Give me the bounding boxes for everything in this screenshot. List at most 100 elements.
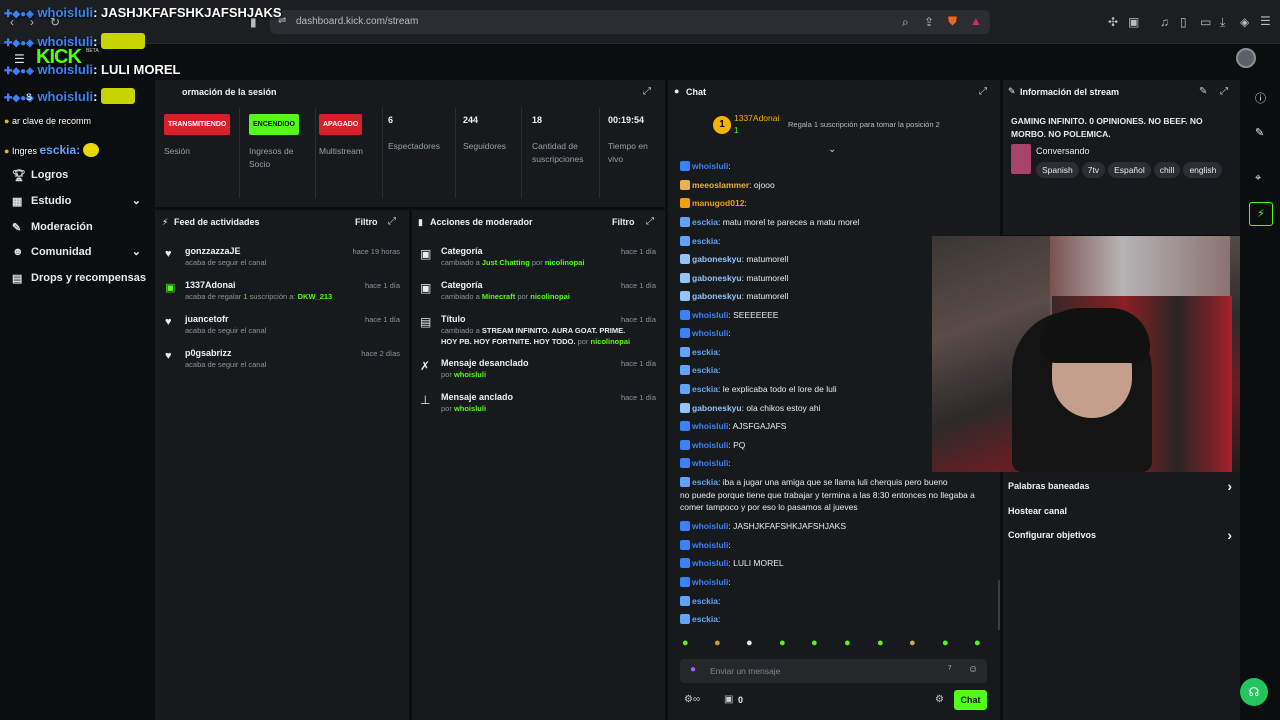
chat-username[interactable]: gaboneskyu (692, 273, 742, 283)
seventv-icon[interactable]: ⁷ (948, 664, 952, 675)
avatar[interactable] (1236, 48, 1256, 68)
filter-button[interactable]: Filtro (612, 217, 635, 227)
tag[interactable]: english (1183, 162, 1223, 178)
emote-icon[interactable]: ● (714, 637, 721, 649)
chat-username[interactable]: meeoslammer (692, 180, 749, 190)
tag[interactable]: 7tv (1081, 162, 1106, 178)
zoom-icon[interactable]: ⌕ (902, 15, 909, 30)
modaction-user[interactable]: nicolinopai (530, 292, 570, 301)
stat-multistream: APAGADO Multistream (319, 114, 363, 158)
chat-username[interactable]: whoisluli (692, 540, 728, 550)
modaction-user[interactable]: whoisluli (454, 404, 486, 413)
chat-username[interactable]: esckia (692, 477, 718, 487)
host-channel-row[interactable]: Hostear canal (1008, 506, 1232, 516)
emote-icon[interactable]: ● (779, 637, 786, 649)
emote-icon[interactable]: ● (974, 637, 981, 649)
pencil-icon[interactable]: ✎ (1255, 126, 1264, 139)
chat-username[interactable]: whoisluli (692, 310, 728, 320)
emote-icon[interactable]: ● (942, 637, 949, 649)
chat-username[interactable]: gaboneskyu (692, 291, 742, 301)
activity-user[interactable]: 1337Adonai (185, 280, 236, 290)
screenshot-icon[interactable]: ▣ (1128, 15, 1139, 29)
scrollbar[interactable] (998, 580, 1000, 630)
menu-icon[interactable]: ☰ (1260, 14, 1271, 28)
brave-shield-icon[interactable]: ⛊ (948, 14, 957, 29)
chat-username[interactable]: esckia (692, 614, 718, 624)
chat-username[interactable]: esckia (692, 365, 718, 375)
settings-gear-icon[interactable]: ⚙︎ (935, 694, 944, 705)
sidebar-item-logros[interactable]: 🏆︎ Logros (0, 165, 155, 187)
chat-username[interactable]: esckia (692, 217, 718, 227)
info-icon[interactable]: ⓘ (1255, 90, 1266, 106)
tag[interactable]: chill (1153, 162, 1181, 178)
chat-username[interactable]: esckia (692, 347, 718, 357)
pinned-cta[interactable]: Regala 1 suscripción para tomar la posic… (788, 120, 940, 129)
activity-user[interactable]: p0gsabrizz (185, 348, 232, 358)
category-name[interactable]: Conversando (1036, 146, 1090, 156)
expand-icon[interactable]: ⤢ (979, 86, 987, 97)
gift-box-icon[interactable]: ▣ (724, 694, 733, 705)
download-icon[interactable]: ⤓ (1220, 15, 1225, 30)
sidebar-item-estudio[interactable]: ▦ Estudio ⌄ (0, 191, 155, 213)
points-icon[interactable]: ⚙︎∞ (684, 694, 700, 705)
modaction-user[interactable]: nicolinopai (591, 337, 631, 346)
mic-icon[interactable]: ● (690, 664, 696, 675)
address-bar[interactable]: ⇌ dashboard.kick.com/stream ⌕ ⇪ ⛊ ▲ (270, 10, 990, 34)
emote-icon[interactable]: ● (844, 637, 851, 649)
goals-row[interactable]: Configurar objetivos › (1008, 527, 1232, 543)
share-icon[interactable]: ⇪ (924, 15, 934, 29)
chat-message: esckia: matu morel te pareces a matu mor… (680, 217, 859, 227)
chat-input[interactable]: ● Enviar un mensaje ⁷ ☺ (680, 659, 987, 683)
emote-icon[interactable]: ● (682, 637, 689, 649)
chat-username[interactable]: esckia (692, 596, 718, 606)
activity-user[interactable]: juancetofr (185, 314, 229, 324)
expand-icon[interactable]: ⤢ (646, 216, 654, 227)
chat-username[interactable]: whoisluli (692, 458, 728, 468)
chat-username[interactable]: whoisluli (692, 577, 728, 587)
chat-username[interactable]: manugod012 (692, 198, 744, 208)
expand-icon[interactable]: ⤢ (643, 86, 651, 97)
chat-username[interactable]: gaboneskyu (692, 254, 742, 264)
sidebar-item-drops[interactable]: ▤ Drops y recompensas (0, 268, 155, 290)
emote-icon[interactable]: ● (811, 637, 818, 649)
chevron-down-icon[interactable]: ⌄ (828, 144, 836, 155)
expand-icon[interactable]: ⤢ (1220, 86, 1228, 97)
wallet-icon[interactable]: ▭ (1200, 15, 1211, 29)
emote-icon[interactable]: ● (746, 637, 753, 649)
chat-username[interactable]: whoisluli (692, 521, 728, 531)
emoji-icon[interactable]: ☺ (968, 664, 978, 675)
lightning-icon[interactable]: ⚡︎ (1249, 202, 1273, 226)
chat-username[interactable]: whoisluli (692, 558, 728, 568)
sidebar-item-moderacion[interactable]: ✎ Moderación (0, 217, 155, 239)
category-thumbnail[interactable] (1011, 144, 1031, 174)
chat-username[interactable]: whoisluli (692, 161, 728, 171)
pinned-user[interactable]: 1337Adonai (734, 113, 779, 123)
sidebar-item-comunidad[interactable]: ☻ Comunidad ⌄ (0, 242, 155, 264)
vpn-icon[interactable]: ◈ (1240, 15, 1249, 29)
modaction-user[interactable]: whoisluli (454, 370, 486, 379)
music-icon[interactable]: ♫ (1160, 15, 1169, 29)
banned-words-row[interactable]: Palabras baneadas › (1008, 478, 1232, 494)
chat-username[interactable]: esckia (692, 236, 718, 246)
chat-username[interactable]: whoisluli (692, 440, 728, 450)
filter-button[interactable]: Filtro (355, 217, 378, 227)
activity-user[interactable]: gonzzazzaJE (185, 246, 241, 256)
emote-icon[interactable]: ● (877, 637, 884, 649)
tag[interactable]: Español (1108, 162, 1151, 178)
edit-icon[interactable]: ✎ (1199, 86, 1207, 97)
tag[interactable]: Spanish (1036, 162, 1079, 178)
send-chat-button[interactable]: Chat (954, 690, 987, 710)
chat-username[interactable]: gaboneskyu (692, 403, 742, 413)
chat-username[interactable]: whoisluli (692, 421, 728, 431)
rewards-icon[interactable]: ▲ (970, 14, 982, 28)
expand-icon[interactable]: ⤢ (388, 216, 396, 227)
gift-recipient[interactable]: DKW_213 (298, 292, 333, 301)
chat-username[interactable]: esckia (692, 384, 718, 394)
help-chat-button[interactable]: ☊ (1240, 678, 1268, 706)
chat-username[interactable]: whoisluli (692, 328, 728, 338)
extensions-icon[interactable]: ✣ (1108, 15, 1118, 29)
modaction-user[interactable]: nicolinopai (545, 258, 585, 267)
target-icon[interactable]: ⌖ (1255, 172, 1261, 185)
emote-icon[interactable]: ● (909, 637, 916, 649)
sidebar-toggle-icon[interactable]: ▯ (1180, 15, 1187, 29)
